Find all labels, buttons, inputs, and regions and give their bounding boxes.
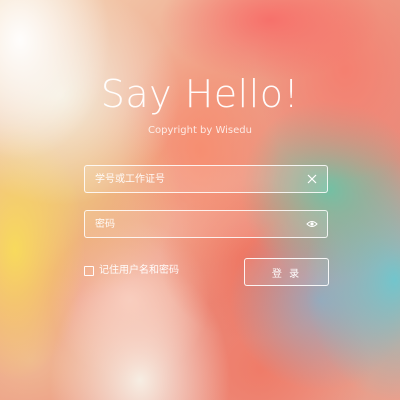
eye-icon[interactable] (303, 215, 321, 233)
username-field (84, 165, 328, 193)
login-panel: Say Hello! Copyright by Wisedu 记住用户名和密码 … (0, 0, 400, 400)
clear-x-icon[interactable] (303, 170, 321, 188)
page-title: Say Hello! (100, 72, 300, 116)
password-input[interactable] (95, 211, 295, 237)
password-field (84, 210, 328, 238)
login-button[interactable]: 登 录 (244, 258, 329, 286)
remember-me: 记住用户名和密码 (84, 264, 179, 278)
remember-checkbox[interactable] (84, 266, 94, 276)
copyright-text: Copyright by Wisedu (148, 125, 252, 136)
username-input[interactable] (95, 166, 295, 192)
remember-label[interactable]: 记住用户名和密码 (99, 264, 179, 278)
